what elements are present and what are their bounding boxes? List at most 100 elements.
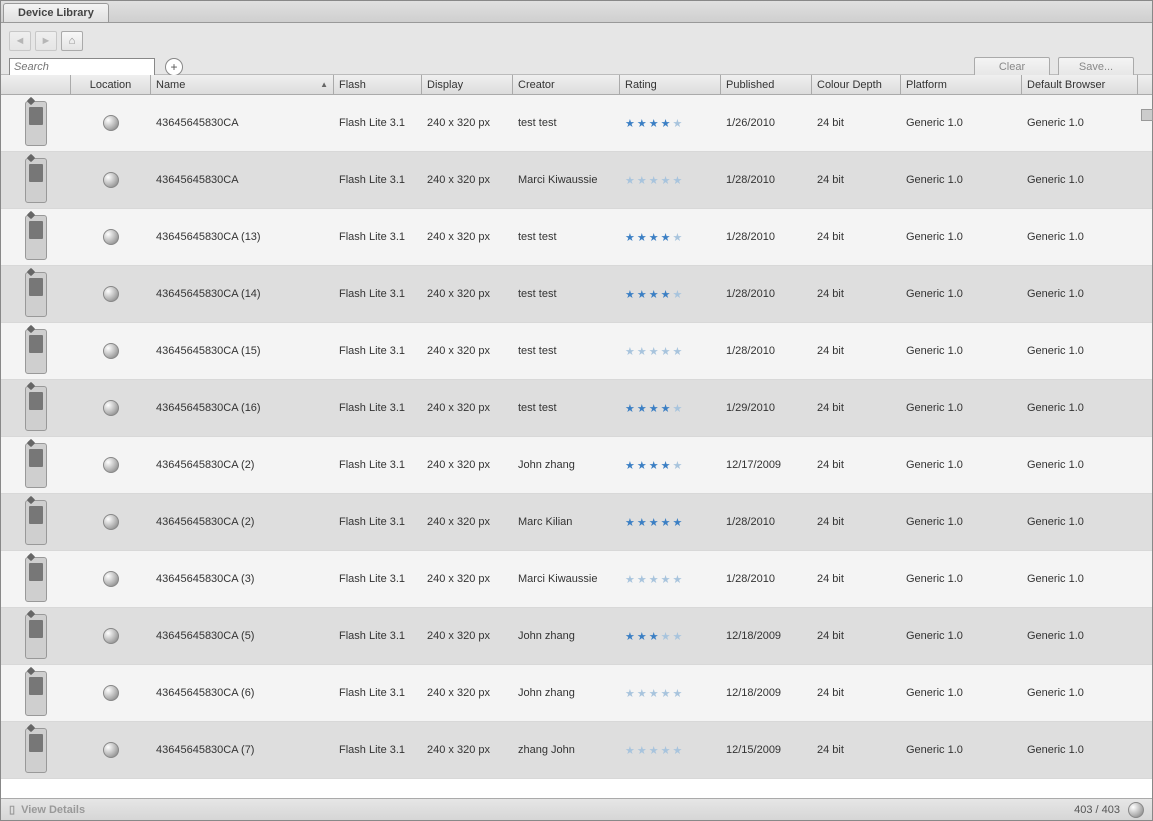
cell-display: 240 x 320 px (422, 95, 513, 151)
col-header-published[interactable]: Published (721, 75, 812, 94)
scroll-indicator[interactable] (1141, 109, 1153, 121)
table-row[interactable]: 43645645830CA (14)Flash Lite 3.1240 x 32… (1, 266, 1152, 323)
rating-stars: ★★★★★ (625, 459, 682, 472)
statusbar: ▯ View Details 403 / 403 (1, 798, 1152, 820)
counter-text: 403 / 403 (1074, 804, 1120, 816)
table-row[interactable]: 43645645830CAFlash Lite 3.1240 x 320 pxM… (1, 152, 1152, 209)
rating-stars: ★★★★★ (625, 402, 682, 415)
table-row[interactable]: 43645645830CAFlash Lite 3.1240 x 320 pxt… (1, 95, 1152, 152)
toolbar: ◄ ► ⌂ + Clear Save... (1, 23, 1152, 75)
cell-name: 43645645830CA (3) (151, 551, 334, 607)
table-row[interactable]: 43645645830CA (6)Flash Lite 3.1240 x 320… (1, 665, 1152, 722)
cell-platform: Generic 1.0 (901, 665, 1022, 721)
globe-icon (103, 628, 119, 644)
cell-location (71, 380, 151, 436)
add-button[interactable]: + (165, 58, 183, 76)
cell-platform: Generic 1.0 (901, 266, 1022, 322)
cell-location (71, 209, 151, 265)
cell-published: 12/18/2009 (721, 608, 812, 664)
star-icon: ★ (625, 630, 635, 643)
table-row[interactable]: 43645645830CA (2)Flash Lite 3.1240 x 320… (1, 494, 1152, 551)
table-row[interactable]: 43645645830CA (13)Flash Lite 3.1240 x 32… (1, 209, 1152, 266)
star-icon: ★ (625, 573, 635, 586)
cell-creator: zhang John (513, 722, 620, 778)
globe-icon (1128, 802, 1144, 818)
col-header-colour[interactable]: Colour Depth (812, 75, 901, 94)
star-icon: ★ (637, 459, 647, 472)
cell-colour: 24 bit (812, 152, 901, 208)
phone-icon (25, 215, 47, 260)
cell-colour: 24 bit (812, 551, 901, 607)
cell-location (71, 608, 151, 664)
col-header-display[interactable]: Display (422, 75, 513, 94)
grid-body[interactable]: 43645645830CAFlash Lite 3.1240 x 320 pxt… (1, 95, 1152, 798)
cell-icon (1, 437, 71, 493)
cell-flash: Flash Lite 3.1 (334, 494, 422, 550)
table-row[interactable]: 43645645830CA (15)Flash Lite 3.1240 x 32… (1, 323, 1152, 380)
table-row[interactable]: 43645645830CA (3)Flash Lite 3.1240 x 320… (1, 551, 1152, 608)
cell-location (71, 95, 151, 151)
cell-icon (1, 152, 71, 208)
cell-rating: ★★★★★ (620, 323, 721, 379)
phone-icon (25, 728, 47, 773)
table-row[interactable]: 43645645830CA (7)Flash Lite 3.1240 x 320… (1, 722, 1152, 779)
star-icon: ★ (673, 345, 683, 358)
view-details-button[interactable]: ▯ View Details (9, 803, 85, 816)
star-icon: ★ (637, 744, 647, 757)
cell-platform: Generic 1.0 (901, 551, 1022, 607)
forward-button[interactable]: ► (35, 31, 57, 51)
col-header-creator[interactable]: Creator (513, 75, 620, 94)
cell-rating: ★★★★★ (620, 380, 721, 436)
table-row[interactable]: 43645645830CA (2)Flash Lite 3.1240 x 320… (1, 437, 1152, 494)
cell-location (71, 266, 151, 322)
cell-platform: Generic 1.0 (901, 209, 1022, 265)
cell-display: 240 x 320 px (422, 437, 513, 493)
back-button[interactable]: ◄ (9, 31, 31, 51)
star-icon: ★ (625, 288, 635, 301)
table-row[interactable]: 43645645830CA (16)Flash Lite 3.1240 x 32… (1, 380, 1152, 437)
cell-location (71, 722, 151, 778)
cell-icon (1, 95, 71, 151)
col-header-flash[interactable]: Flash (334, 75, 422, 94)
star-icon: ★ (661, 288, 671, 301)
phone-icon (25, 101, 47, 146)
home-button[interactable]: ⌂ (61, 31, 83, 51)
tab-device-library[interactable]: Device Library (3, 3, 109, 22)
rating-stars: ★★★★★ (625, 174, 682, 187)
cell-icon (1, 209, 71, 265)
cell-flash: Flash Lite 3.1 (334, 95, 422, 151)
col-header-platform[interactable]: Platform (901, 75, 1022, 94)
cell-colour: 24 bit (812, 722, 901, 778)
cell-icon (1, 665, 71, 721)
cell-name: 43645645830CA (16) (151, 380, 334, 436)
cell-creator: John zhang (513, 665, 620, 721)
cell-rating: ★★★★★ (620, 551, 721, 607)
cell-published: 12/17/2009 (721, 437, 812, 493)
save-button[interactable]: Save... (1058, 57, 1134, 77)
col-header-location[interactable]: Location (71, 75, 151, 94)
cell-colour: 24 bit (812, 665, 901, 721)
cell-colour: 24 bit (812, 380, 901, 436)
star-icon: ★ (649, 231, 659, 244)
rating-stars: ★★★★★ (625, 516, 682, 529)
col-header-rating[interactable]: Rating (620, 75, 721, 94)
home-icon: ⌂ (69, 35, 76, 47)
clear-button[interactable]: Clear (974, 57, 1050, 77)
cell-name: 43645645830CA (6) (151, 665, 334, 721)
star-icon: ★ (649, 630, 659, 643)
table-row[interactable]: 43645645830CA (5)Flash Lite 3.1240 x 320… (1, 608, 1152, 665)
cell-icon (1, 551, 71, 607)
globe-icon (103, 229, 119, 245)
col-header-icon[interactable] (1, 75, 71, 94)
search-input[interactable] (9, 58, 155, 76)
cell-platform: Generic 1.0 (901, 152, 1022, 208)
star-icon: ★ (625, 402, 635, 415)
cell-name: 43645645830CA (2) (151, 437, 334, 493)
col-header-name[interactable]: Name▲ (151, 75, 334, 94)
star-icon: ★ (637, 231, 647, 244)
nav-row: ◄ ► ⌂ (9, 31, 1144, 51)
star-icon: ★ (649, 459, 659, 472)
rating-stars: ★★★★★ (625, 345, 682, 358)
col-header-browser[interactable]: Default Browser (1022, 75, 1138, 94)
cell-rating: ★★★★★ (620, 665, 721, 721)
